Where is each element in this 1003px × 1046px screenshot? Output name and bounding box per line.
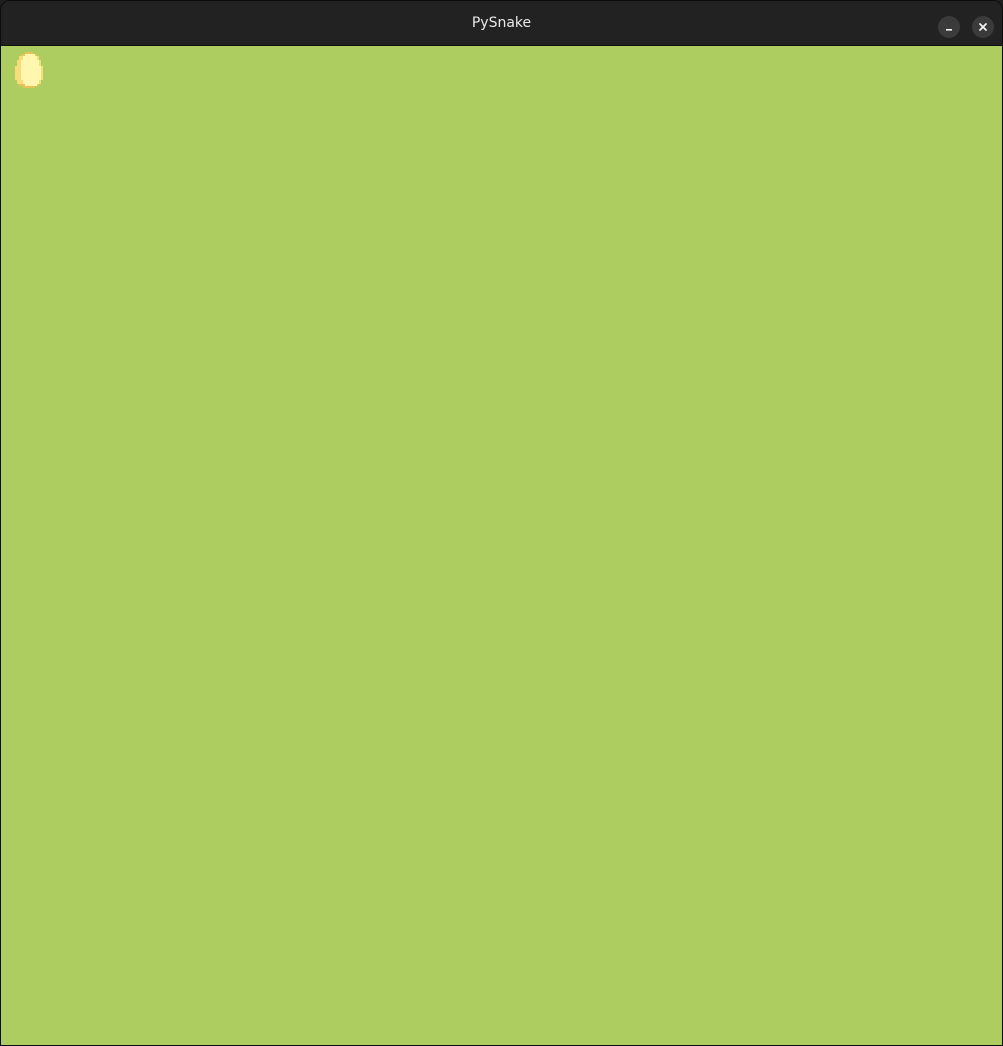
app-window: PySnake [0,0,1003,1046]
title-bar[interactable]: PySnake [1,1,1002,46]
egg-icon [15,52,43,88]
close-icon [979,23,987,31]
minimize-button[interactable] [938,16,960,38]
window-title: PySnake [471,15,532,31]
close-button[interactable] [972,16,994,38]
minimize-icon [946,29,952,31]
game-board[interactable] [1,46,1002,1045]
